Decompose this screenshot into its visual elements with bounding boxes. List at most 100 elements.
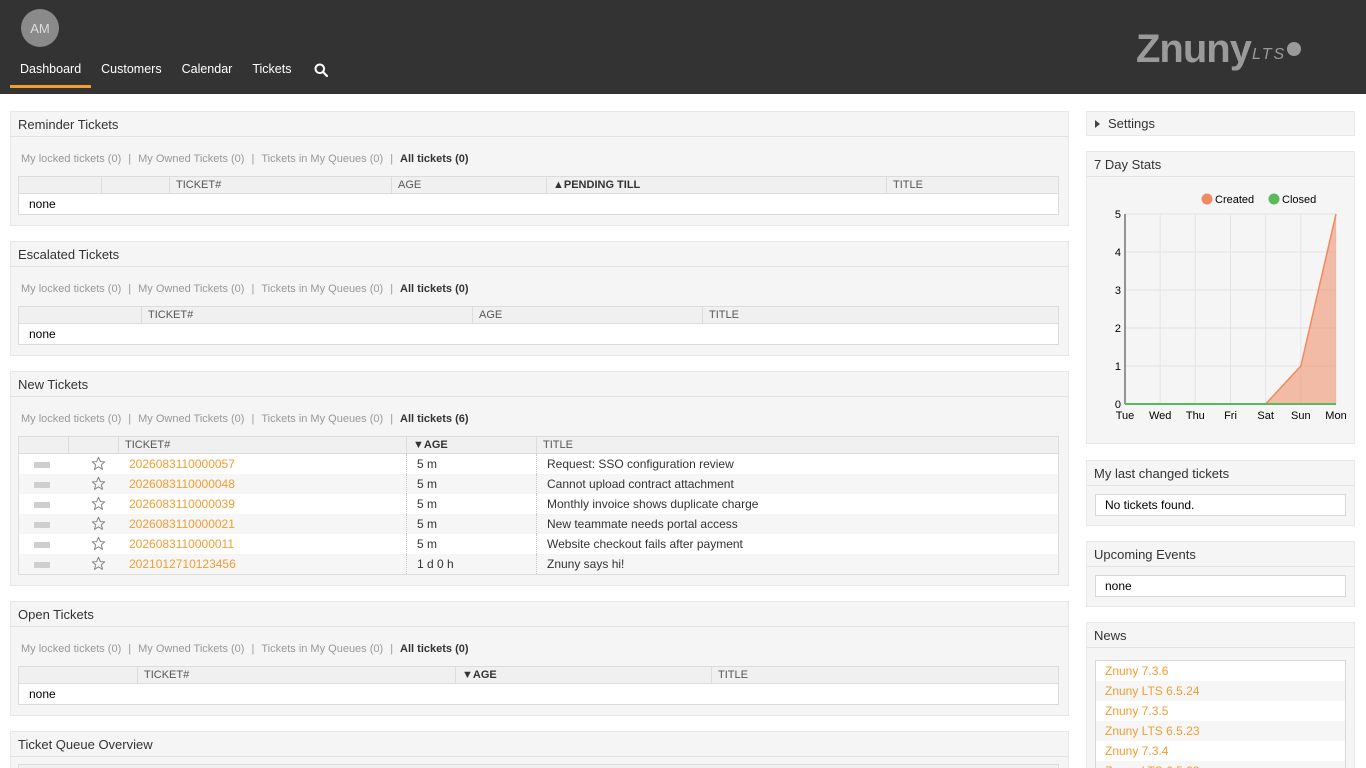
news-item[interactable]: Znuny 7.3.5 — [1096, 701, 1345, 721]
ticket-number-link[interactable]: 2026083110000057 — [119, 454, 407, 474]
ticket-queue-overview-widget: Ticket Queue Overview — [10, 731, 1069, 768]
news-item[interactable]: Znuny LTS 6.5.24 — [1096, 681, 1345, 701]
ticket-age: 5 m — [407, 454, 537, 474]
news-item[interactable]: Znuny 7.3.6 — [1096, 661, 1345, 681]
escalated-tickets-widget: Escalated Tickets My locked tickets (0) |… — [10, 241, 1069, 356]
filter-all[interactable]: All tickets (6) — [400, 413, 468, 425]
table-row[interactable]: 2026083110000048 5 m Cannot upload contrac… — [19, 474, 1058, 494]
widget-title: Ticket Queue Overview — [11, 732, 1068, 757]
events-box: none — [1095, 575, 1346, 597]
widget-title: Open Tickets — [11, 602, 1068, 627]
filter-my-queues[interactable]: Tickets in My Queues (0) — [261, 153, 383, 165]
ticket-number-link[interactable]: 2026083110000039 — [119, 494, 407, 514]
table-row[interactable]: 2026083110000021 5 m New teammate needs po… — [19, 514, 1058, 534]
search-icon — [314, 63, 329, 77]
col-ticket-number[interactable]: TICKET# — [138, 667, 456, 683]
settings-widget[interactable]: Settings — [1086, 111, 1355, 136]
col-pending-till[interactable]: ▲PENDING TILL — [547, 177, 887, 193]
news-item[interactable]: Znuny 7.3.4 — [1096, 741, 1345, 761]
znuny-logo: Znuny LTS — [1136, 26, 1302, 72]
table-header: TICKET# ▼AGE TITLE — [19, 667, 1058, 684]
x-tick-label: Mon — [1325, 410, 1346, 422]
filter-owned[interactable]: My Owned Tickets (0) — [138, 283, 244, 295]
ticket-filters: My locked tickets (0) | My Owned Tickets (… — [21, 413, 469, 425]
ticket-number-link[interactable]: 2026083110000021 — [119, 514, 407, 534]
x-tick-label: Fri — [1224, 410, 1237, 422]
filter-my-queues[interactable]: Tickets in My Queues (0) — [261, 413, 383, 425]
star-icon[interactable] — [69, 554, 119, 574]
ticket-number-link[interactable]: 2026083110000011 — [119, 534, 407, 554]
filter-owned[interactable]: My Owned Tickets (0) — [138, 413, 244, 425]
table-row[interactable]: 2026083110000039 5 m Monthly invoice shows… — [19, 494, 1058, 514]
col-age[interactable]: ▼AGE — [456, 667, 712, 683]
col-age[interactable]: AGE — [392, 177, 547, 193]
ticket-title: Znuny says hi! — [547, 557, 625, 571]
ticket-filters: My locked tickets (0) | My Owned Tickets (… — [21, 643, 469, 655]
star-icon[interactable] — [69, 454, 119, 474]
filter-locked[interactable]: My locked tickets (0) — [21, 283, 121, 295]
nav-customers[interactable]: Customers — [91, 55, 171, 88]
col-flag[interactable] — [102, 177, 170, 193]
priority-indicator — [34, 501, 50, 508]
ticket-number-link[interactable]: 2021012710123456 — [119, 554, 407, 574]
col-title[interactable]: TITLE — [712, 667, 1058, 683]
user-avatar[interactable]: AM — [21, 9, 59, 47]
stats-chart: 012345Tue Wed Thu Fri Sat Sun MonCreated Closed — [1115, 193, 1347, 422]
col-ticket-number[interactable]: TICKET# — [170, 177, 392, 193]
filter-my-queues[interactable]: Tickets in My Queues (0) — [261, 643, 383, 655]
ticket-table: TICKET# ▼AGE TITLE none — [18, 666, 1059, 705]
nav-dashboard[interactable]: Dashboard — [10, 55, 92, 88]
col-ticket-number[interactable]: TICKET# — [119, 437, 407, 453]
filter-locked[interactable]: My locked tickets (0) — [21, 413, 121, 425]
nav-calendar[interactable]: Calendar — [172, 55, 243, 88]
reminder-tickets-widget: Reminder Tickets My locked tickets (0) | M… — [10, 111, 1069, 226]
star-icon[interactable] — [69, 514, 119, 534]
col-title[interactable]: TITLE — [887, 177, 1058, 193]
filter-all[interactable]: All tickets (0) — [400, 283, 468, 295]
col-priority[interactable] — [19, 177, 102, 193]
filter-my-queues[interactable]: Tickets in My Queues (0) — [261, 283, 383, 295]
filter-locked[interactable]: My locked tickets (0) — [21, 153, 121, 165]
ticket-title: Monthly invoice shows duplicate charge — [547, 497, 759, 511]
col-priority[interactable] — [19, 437, 69, 453]
star-icon[interactable] — [69, 474, 119, 494]
new-tickets-widget: New Tickets My locked tickets (0) | My Own… — [10, 371, 1069, 586]
widget-title: Escalated Tickets — [11, 242, 1068, 267]
table-header: TICKET# AGE ▲PENDING TILL TITLE — [19, 177, 1058, 194]
ticket-title: New teammate needs portal access — [547, 517, 738, 531]
star-icon[interactable] — [69, 534, 119, 554]
filter-owned[interactable]: My Owned Tickets (0) — [138, 643, 244, 655]
x-tick-label: Sat — [1257, 410, 1274, 422]
last-changed-widget: My last changed tickets No tickets found… — [1086, 460, 1355, 526]
table-header: TICKET# ▼AGE TITLE — [19, 437, 1058, 454]
col-priority[interactable] — [19, 307, 142, 323]
col-title[interactable]: TITLE — [537, 437, 1058, 453]
star-icon[interactable] — [69, 494, 119, 514]
nav-tickets[interactable]: Tickets — [242, 55, 301, 88]
col-flag[interactable] — [69, 437, 119, 453]
empty-row: none — [29, 327, 56, 341]
news-item[interactable]: Znuny LTS 6.5.23 — [1096, 721, 1345, 741]
table-row[interactable]: 2026083110000057 5 m Request: SSO configur… — [19, 454, 1058, 474]
filter-owned[interactable]: My Owned Tickets (0) — [138, 153, 244, 165]
filter-all[interactable]: All tickets (0) — [400, 153, 468, 165]
filter-locked[interactable]: My locked tickets (0) — [21, 643, 121, 655]
ticket-number-link[interactable]: 2026083110000048 — [119, 474, 407, 494]
col-age[interactable]: ▼AGE — [407, 437, 537, 453]
legend-closed-label: Closed — [1282, 194, 1316, 206]
col-ticket-number[interactable]: TICKET# — [142, 307, 473, 323]
col-title[interactable]: TITLE — [703, 307, 1058, 323]
table-row[interactable]: 2026083110000011 5 m Website checkout fail… — [19, 534, 1058, 554]
legend-closed-swatch — [1268, 193, 1280, 205]
col-age[interactable]: AGE — [473, 307, 703, 323]
x-tick-label: Thu — [1186, 410, 1205, 422]
news-item[interactable]: Znuny LTS 6.5.22 — [1096, 761, 1345, 768]
filter-all[interactable]: All tickets (0) — [400, 643, 468, 655]
widget-title: My last changed tickets — [1087, 461, 1354, 486]
news-widget: News Znuny 7.3.6 Znuny LTS 6.5.24 Znuny 7.… — [1086, 622, 1355, 768]
nav-search-button[interactable] — [301, 55, 337, 88]
table-row[interactable]: 2021012710123456 1 d 0 h Znuny says hi! — [19, 554, 1058, 574]
col-priority[interactable] — [19, 667, 138, 683]
table-header: TICKET# AGE TITLE — [19, 307, 1058, 324]
settings-toggle[interactable]: Settings — [1087, 112, 1354, 135]
